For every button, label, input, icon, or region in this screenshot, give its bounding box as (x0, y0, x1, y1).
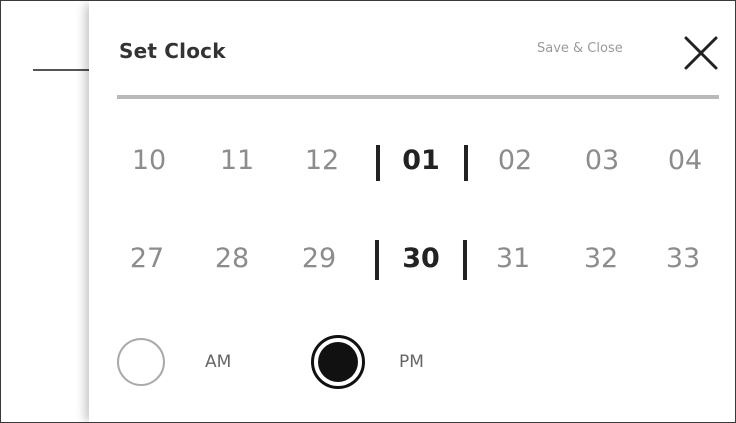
save-and-close-button[interactable]: Save & Close (537, 41, 623, 56)
am-radio-button[interactable] (117, 338, 165, 386)
pm-radio-button[interactable] (311, 335, 365, 389)
selection-bar-right (463, 240, 467, 280)
hour-option[interactable]: 12 (305, 145, 339, 176)
close-icon-graphic (684, 36, 718, 70)
pm-label[interactable]: PM (399, 352, 424, 372)
hour-option[interactable]: 11 (220, 145, 254, 176)
set-clock-screen: Set Clock Save & Close 10 11 12 01 02 03… (0, 0, 736, 423)
pm-radio-selected-dot (318, 342, 358, 382)
minute-option[interactable]: 28 (215, 243, 249, 274)
minute-option-selected[interactable]: 30 (402, 243, 440, 274)
selection-bar-left (375, 240, 379, 280)
minute-option[interactable]: 33 (666, 243, 700, 274)
hour-option-selected[interactable]: 01 (402, 145, 440, 176)
hour-option[interactable]: 10 (132, 145, 166, 176)
dialog-title: Set Clock (119, 39, 226, 63)
minute-option[interactable]: 32 (584, 243, 618, 274)
hour-option[interactable]: 04 (668, 145, 702, 176)
minute-option[interactable]: 27 (130, 243, 164, 274)
background-divider (33, 69, 95, 71)
header-divider (117, 95, 719, 99)
set-clock-dialog: Set Clock Save & Close 10 11 12 01 02 03… (89, 1, 735, 422)
selection-bar-left (376, 145, 380, 181)
selection-bar-right (464, 145, 468, 181)
am-label[interactable]: AM (205, 352, 231, 372)
hour-option[interactable]: 02 (498, 145, 532, 176)
hour-option[interactable]: 03 (585, 145, 619, 176)
minute-option[interactable]: 29 (302, 243, 336, 274)
minute-option[interactable]: 31 (496, 243, 530, 274)
close-icon[interactable] (683, 35, 719, 71)
